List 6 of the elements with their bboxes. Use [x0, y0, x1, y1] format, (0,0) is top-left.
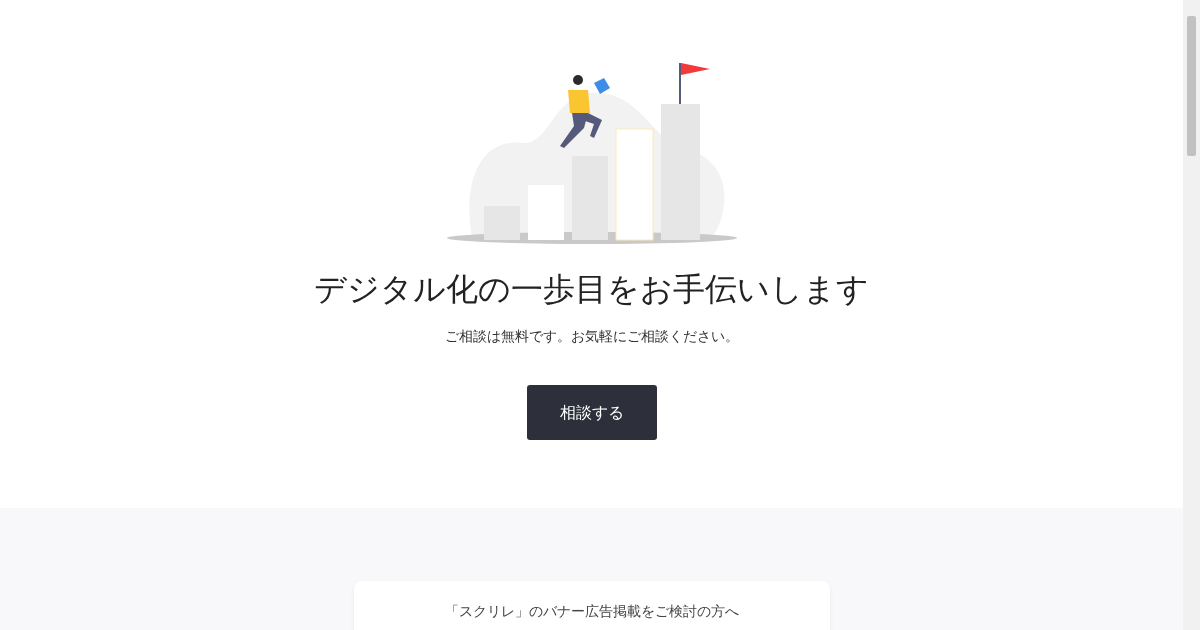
hero-subtitle: ご相談は無料です。お気軽にご相談ください。: [443, 327, 740, 347]
banner-card-title: 「スクリレ」のバナー広告掲載をご検討の方へ: [443, 602, 740, 621]
consult-button[interactable]: 相談する: [526, 385, 657, 441]
scrollbar[interactable]: [1183, 0, 1200, 630]
hero-title: デジタル化の一歩目をお手伝いします: [313, 270, 870, 309]
scrollbar-thumb[interactable]: [1187, 16, 1196, 156]
